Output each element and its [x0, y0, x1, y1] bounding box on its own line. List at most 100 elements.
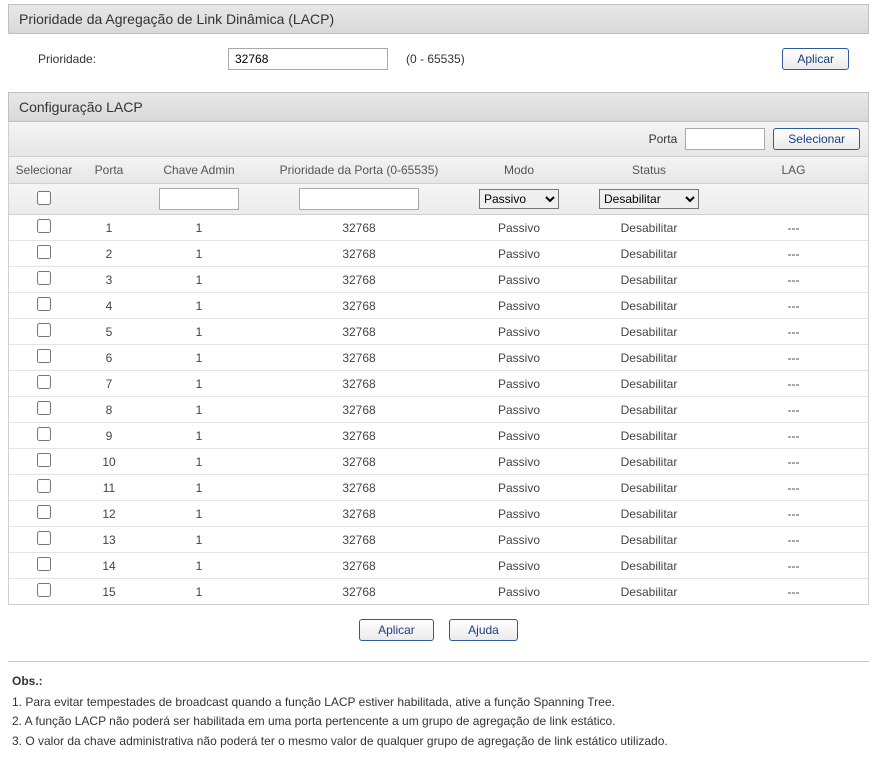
cell-admin-key: 1 [139, 325, 259, 339]
cell-lag: --- [719, 559, 868, 573]
cell-status: Desabilitar [579, 351, 719, 365]
row-select-checkbox[interactable] [37, 505, 51, 519]
row-select-checkbox[interactable] [37, 297, 51, 311]
config-actions: Aplicar Ajuda [8, 605, 869, 651]
priority-input[interactable] [228, 48, 388, 70]
filter-admin-key-input[interactable] [159, 188, 239, 210]
cell-port: 4 [79, 299, 139, 313]
cell-status: Desabilitar [579, 507, 719, 521]
cell-port: 12 [79, 507, 139, 521]
filter-status-select[interactable]: DesabilitarHabilitar [599, 189, 699, 209]
table-row: 2132768PassivoDesabilitar--- [9, 241, 868, 267]
cell-port-priority: 32768 [259, 403, 459, 417]
filter-row: PassivoAtivo DesabilitarHabilitar [8, 184, 869, 215]
cell-status: Desabilitar [579, 455, 719, 469]
cell-admin-key: 1 [139, 455, 259, 469]
cell-admin-key: 1 [139, 299, 259, 313]
apply-priority-button[interactable]: Aplicar [782, 48, 849, 70]
row-select-checkbox[interactable] [37, 479, 51, 493]
table-row: 11132768PassivoDesabilitar--- [9, 475, 868, 501]
table-scroll-area[interactable]: 1132768PassivoDesabilitar---2132768Passi… [8, 215, 869, 605]
cell-lag: --- [719, 299, 868, 313]
cell-mode: Passivo [459, 351, 579, 365]
cell-admin-key: 1 [139, 481, 259, 495]
row-select-checkbox[interactable] [37, 219, 51, 233]
row-select-checkbox[interactable] [37, 583, 51, 597]
column-headers: Selecionar Porta Chave Admin Prioridade … [8, 157, 869, 184]
divider [8, 661, 869, 662]
table-row: 14132768PassivoDesabilitar--- [9, 553, 868, 579]
toolbar-porta-input[interactable] [685, 128, 765, 150]
toolbar-select-button[interactable]: Selecionar [773, 128, 860, 150]
filter-port-priority-input[interactable] [299, 188, 419, 210]
cell-admin-key: 1 [139, 507, 259, 521]
cell-admin-key: 1 [139, 403, 259, 417]
cell-lag: --- [719, 481, 868, 495]
cell-lag: --- [719, 351, 868, 365]
cell-port: 5 [79, 325, 139, 339]
cell-port-priority: 32768 [259, 325, 459, 339]
table-row: 13132768PassivoDesabilitar--- [9, 527, 868, 553]
apply-config-button[interactable]: Aplicar [359, 619, 434, 641]
cell-status: Desabilitar [579, 481, 719, 495]
row-select-checkbox[interactable] [37, 401, 51, 415]
cell-port-priority: 32768 [259, 481, 459, 495]
filter-mode-select[interactable]: PassivoAtivo [479, 189, 559, 209]
table-row: 9132768PassivoDesabilitar--- [9, 423, 868, 449]
cell-mode: Passivo [459, 481, 579, 495]
cell-mode: Passivo [459, 325, 579, 339]
cell-status: Desabilitar [579, 403, 719, 417]
note-item: 2. A função LACP não poderá ser habilita… [12, 712, 865, 731]
table-row: 6132768PassivoDesabilitar--- [9, 345, 868, 371]
cell-lag: --- [719, 325, 868, 339]
lacp-priority-body: Prioridade: (0 - 65535) Aplicar [8, 34, 869, 88]
help-button[interactable]: Ajuda [449, 619, 518, 641]
cell-lag: --- [719, 403, 868, 417]
cell-port: 9 [79, 429, 139, 443]
cell-admin-key: 1 [139, 351, 259, 365]
cell-port: 14 [79, 559, 139, 573]
cell-admin-key: 1 [139, 559, 259, 573]
col-header-lag: LAG [719, 163, 868, 177]
col-header-mode: Modo [459, 163, 579, 177]
cell-port: 8 [79, 403, 139, 417]
table-row: 7132768PassivoDesabilitar--- [9, 371, 868, 397]
lacp-config-panel: Configuração LACP Porta Selecionar Selec… [8, 92, 869, 651]
cell-lag: --- [719, 533, 868, 547]
row-select-checkbox[interactable] [37, 375, 51, 389]
cell-status: Desabilitar [579, 299, 719, 313]
cell-lag: --- [719, 377, 868, 391]
toolbar-porta-label: Porta [649, 132, 678, 146]
cell-admin-key: 1 [139, 273, 259, 287]
cell-port: 15 [79, 585, 139, 599]
cell-port-priority: 32768 [259, 455, 459, 469]
row-select-checkbox[interactable] [37, 427, 51, 441]
cell-status: Desabilitar [579, 273, 719, 287]
cell-mode: Passivo [459, 507, 579, 521]
cell-port: 3 [79, 273, 139, 287]
cell-port: 6 [79, 351, 139, 365]
table-row: 4132768PassivoDesabilitar--- [9, 293, 868, 319]
cell-status: Desabilitar [579, 325, 719, 339]
row-select-checkbox[interactable] [37, 349, 51, 363]
table-row: 1132768PassivoDesabilitar--- [9, 215, 868, 241]
row-select-checkbox[interactable] [37, 557, 51, 571]
col-header-admin-key: Chave Admin [139, 163, 259, 177]
row-select-checkbox[interactable] [37, 271, 51, 285]
cell-mode: Passivo [459, 429, 579, 443]
select-all-checkbox[interactable] [37, 191, 51, 205]
row-select-checkbox[interactable] [37, 245, 51, 259]
table-row: 10132768PassivoDesabilitar--- [9, 449, 868, 475]
row-select-checkbox[interactable] [37, 531, 51, 545]
cell-lag: --- [719, 429, 868, 443]
cell-admin-key: 1 [139, 221, 259, 235]
cell-mode: Passivo [459, 559, 579, 573]
cell-port-priority: 32768 [259, 299, 459, 313]
note-item: 1. Para evitar tempestades de broadcast … [12, 693, 865, 712]
row-select-checkbox[interactable] [37, 453, 51, 467]
cell-mode: Passivo [459, 377, 579, 391]
cell-port: 11 [79, 481, 139, 495]
table-row: 8132768PassivoDesabilitar--- [9, 397, 868, 423]
row-select-checkbox[interactable] [37, 323, 51, 337]
cell-port-priority: 32768 [259, 507, 459, 521]
